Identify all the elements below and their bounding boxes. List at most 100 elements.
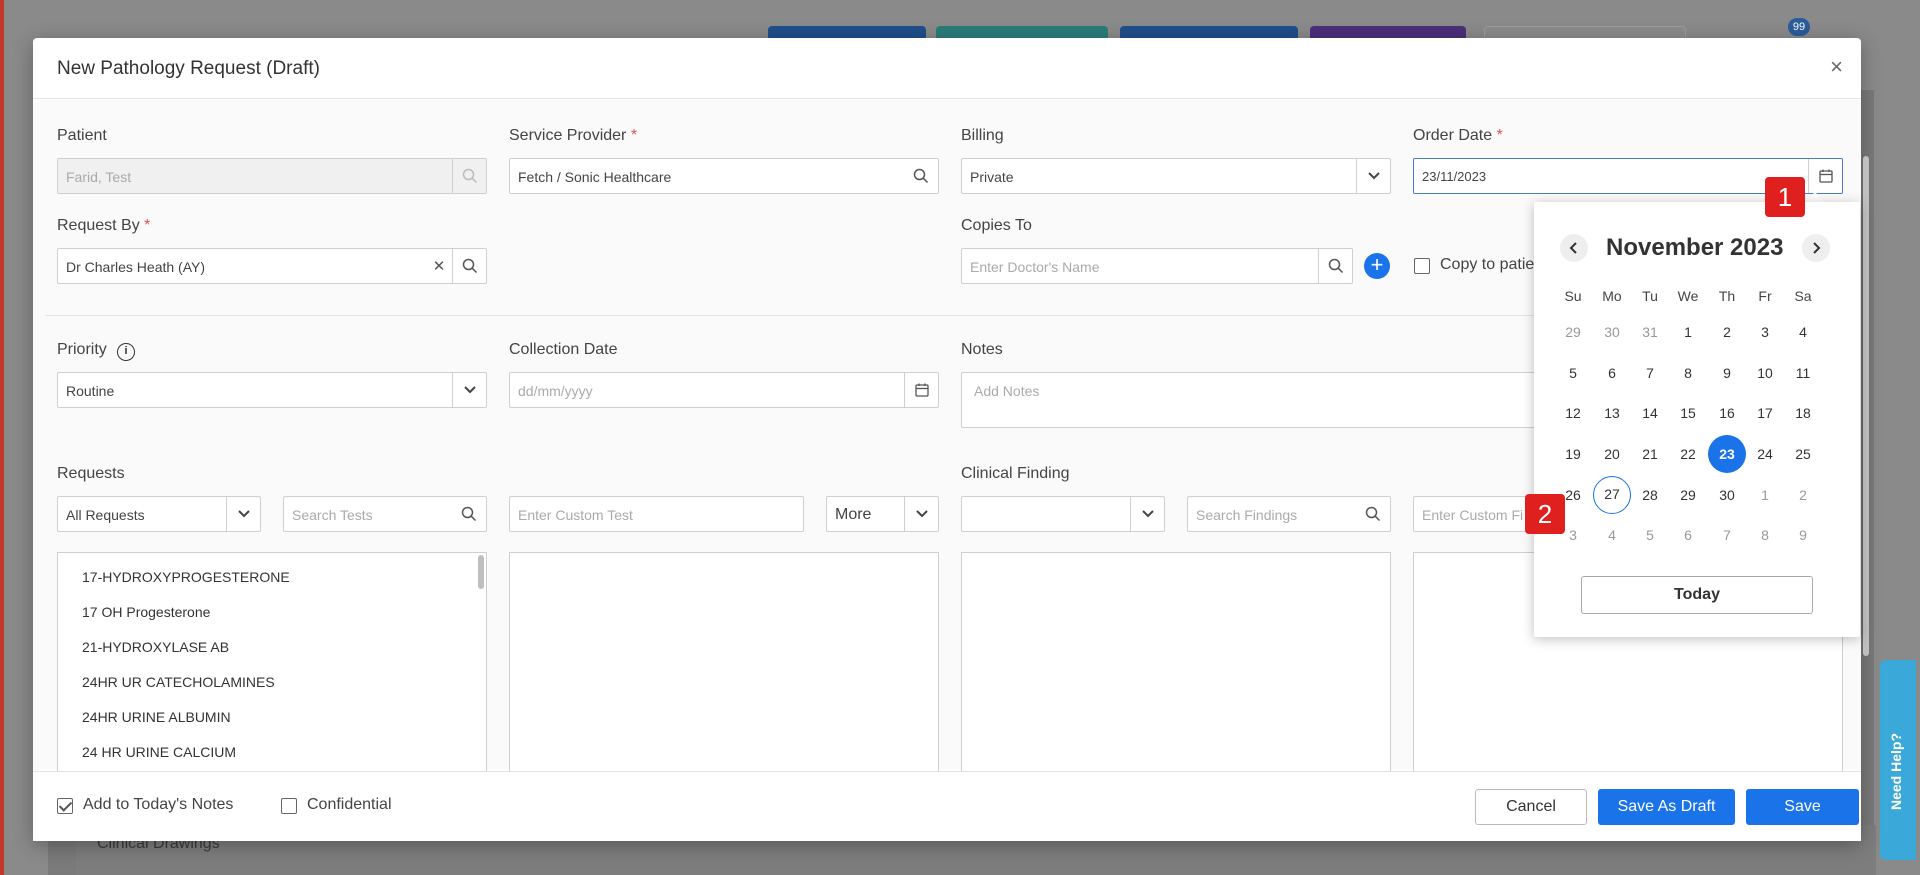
custom-test-input[interactable]: Enter Custom Test (509, 496, 804, 532)
calendar-day[interactable]: 24 (1746, 435, 1784, 473)
list-item[interactable]: 21-HYDROXYLASE AB (82, 639, 229, 655)
calendar-day[interactable]: 5 (1554, 354, 1592, 392)
need-help-tab[interactable]: Need Help? (1880, 660, 1916, 860)
search-icon[interactable] (1318, 249, 1352, 283)
calendar-day[interactable]: 3 (1746, 313, 1784, 351)
calendar-day[interactable]: 1 (1746, 476, 1784, 514)
copies-to-field[interactable]: Enter Doctor's Name (961, 248, 1353, 284)
info-icon[interactable]: i (117, 343, 135, 361)
search-findings-placeholder: Search Findings (1196, 507, 1298, 523)
billing-label: Billing (961, 127, 1004, 144)
service-provider-field[interactable]: Fetch / Sonic Healthcare (509, 158, 939, 194)
save-as-draft-button[interactable]: Save As Draft (1598, 789, 1735, 825)
calendar-day[interactable]: 12 (1554, 394, 1592, 432)
calendar-day[interactable]: 28 (1631, 476, 1669, 514)
calendar-month-title[interactable]: November 2023 (1606, 234, 1783, 262)
next-month-button[interactable] (1802, 234, 1830, 262)
today-button[interactable]: Today (1581, 576, 1813, 614)
calendar-day[interactable]: 18 (1784, 394, 1822, 432)
calendar-day[interactable]: 11 (1784, 354, 1822, 392)
requests-filter-select[interactable]: All Requests (57, 496, 261, 532)
calendar-day[interactable]: 9 (1784, 516, 1822, 554)
copies-to-placeholder: Enter Doctor's Name (970, 259, 1100, 275)
calendar-day[interactable]: 30 (1593, 313, 1631, 351)
chevron-down-icon[interactable] (1356, 159, 1390, 193)
search-icon[interactable] (1356, 497, 1390, 531)
add-copy-doctor-button[interactable]: + (1364, 253, 1390, 279)
collection-date-field[interactable]: dd/mm/yyyy (509, 372, 939, 408)
save-button[interactable]: Save (1746, 789, 1859, 825)
add-to-todays-notes-checkbox[interactable] (57, 798, 73, 814)
notification-badge: 99 (1788, 18, 1810, 36)
billing-select[interactable]: Private (961, 158, 1391, 194)
calendar-day[interactable]: 22 (1669, 435, 1707, 473)
list-item[interactable]: 24 HR URINE CALCIUM (82, 744, 236, 760)
billing-value: Private (970, 169, 1014, 185)
prev-month-button[interactable] (1560, 234, 1588, 262)
chevron-down-icon[interactable] (904, 497, 938, 531)
list-item[interactable]: 24HR URINE ALBUMIN (82, 709, 231, 725)
calendar-day[interactable]: 29 (1669, 476, 1707, 514)
calendar-day[interactable]: 13 (1593, 394, 1631, 432)
calendar-day[interactable]: 6 (1669, 516, 1707, 554)
calendar-day[interactable]: 31 (1631, 313, 1669, 351)
calendar-day[interactable]: 7 (1631, 354, 1669, 392)
calendar-day[interactable]: 29 (1554, 313, 1592, 351)
calendar-day[interactable]: 2 (1784, 476, 1822, 514)
calendar-icon[interactable] (904, 373, 938, 407)
priority-select[interactable]: Routine (57, 372, 487, 408)
more-select[interactable]: More (826, 496, 939, 532)
cancel-button[interactable]: Cancel (1475, 789, 1587, 825)
calendar-day[interactable]: 10 (1746, 354, 1784, 392)
collection-date-label: Collection Date (509, 341, 618, 358)
requests-list[interactable]: 17-HYDROXYPROGESTERONE 17 OH Progesteron… (57, 552, 487, 772)
calendar-day[interactable]: 6 (1593, 354, 1631, 392)
date-picker-popup: November 2023 Su Mo Tu We Th Fr Sa 29 30 31 1 2 3 4 5… (1534, 202, 1860, 637)
chevron-down-icon[interactable] (452, 373, 486, 407)
clinical-finding-select[interactable] (961, 496, 1165, 532)
calendar-day[interactable]: 5 (1631, 516, 1669, 554)
calendar-day[interactable]: 30 (1708, 476, 1746, 514)
search-tests-input[interactable]: Search Tests (283, 496, 487, 532)
close-icon[interactable]: × (1830, 54, 1843, 80)
annotation-marker-1: 1 (1765, 177, 1805, 217)
modal-footer: Add to Today's Notes Confidential Cancel… (33, 771, 1861, 841)
copy-to-patient-checkbox[interactable] (1414, 258, 1430, 274)
calendar-day[interactable]: 4 (1784, 313, 1822, 351)
calendar-day[interactable]: 14 (1631, 394, 1669, 432)
calendar-day[interactable]: 25 (1784, 435, 1822, 473)
search-icon (452, 159, 486, 193)
scrollbar-thumb[interactable] (478, 555, 484, 589)
calendar-day-selected[interactable]: 23 (1708, 435, 1746, 473)
calendar-day-today[interactable]: 27 (1593, 476, 1631, 514)
chevron-down-icon[interactable] (1130, 497, 1164, 531)
calendar-day[interactable]: 4 (1593, 516, 1631, 554)
request-by-field[interactable]: Dr Charles Heath (AY) ✕ (57, 248, 487, 284)
calendar-day[interactable]: 2 (1708, 313, 1746, 351)
list-item[interactable]: 17 OH Progesterone (82, 604, 210, 620)
calendar-day[interactable]: 7 (1708, 516, 1746, 554)
calendar-day[interactable]: 8 (1746, 516, 1784, 554)
calendar-day[interactable]: 17 (1746, 394, 1784, 432)
calendar-day[interactable]: 21 (1631, 435, 1669, 473)
calendar-day[interactable]: 15 (1669, 394, 1707, 432)
list-item[interactable]: 17-HYDROXYPROGESTERONE (82, 569, 290, 585)
search-icon[interactable] (452, 497, 486, 531)
calendar-day[interactable]: 19 (1554, 435, 1592, 473)
confidential-checkbox[interactable] (281, 798, 297, 814)
calendar-day[interactable]: 16 (1708, 394, 1746, 432)
chevron-down-icon[interactable] (226, 497, 260, 531)
calendar-day[interactable]: 9 (1708, 354, 1746, 392)
list-item[interactable]: 24HR UR CATECHOLAMINES (82, 674, 275, 690)
clear-icon[interactable]: ✕ (426, 249, 452, 283)
modal-scrollbar-thumb[interactable] (1863, 156, 1869, 656)
calendar-day[interactable]: 1 (1669, 313, 1707, 351)
search-icon[interactable] (452, 249, 486, 283)
calendar-icon[interactable] (1808, 159, 1842, 193)
clinical-findings-list[interactable] (961, 552, 1391, 772)
calendar-day[interactable]: 8 (1669, 354, 1707, 392)
search-icon[interactable] (904, 159, 938, 193)
search-findings-input[interactable]: Search Findings (1187, 496, 1391, 532)
selected-tests-list[interactable] (509, 552, 939, 772)
calendar-day[interactable]: 20 (1593, 435, 1631, 473)
